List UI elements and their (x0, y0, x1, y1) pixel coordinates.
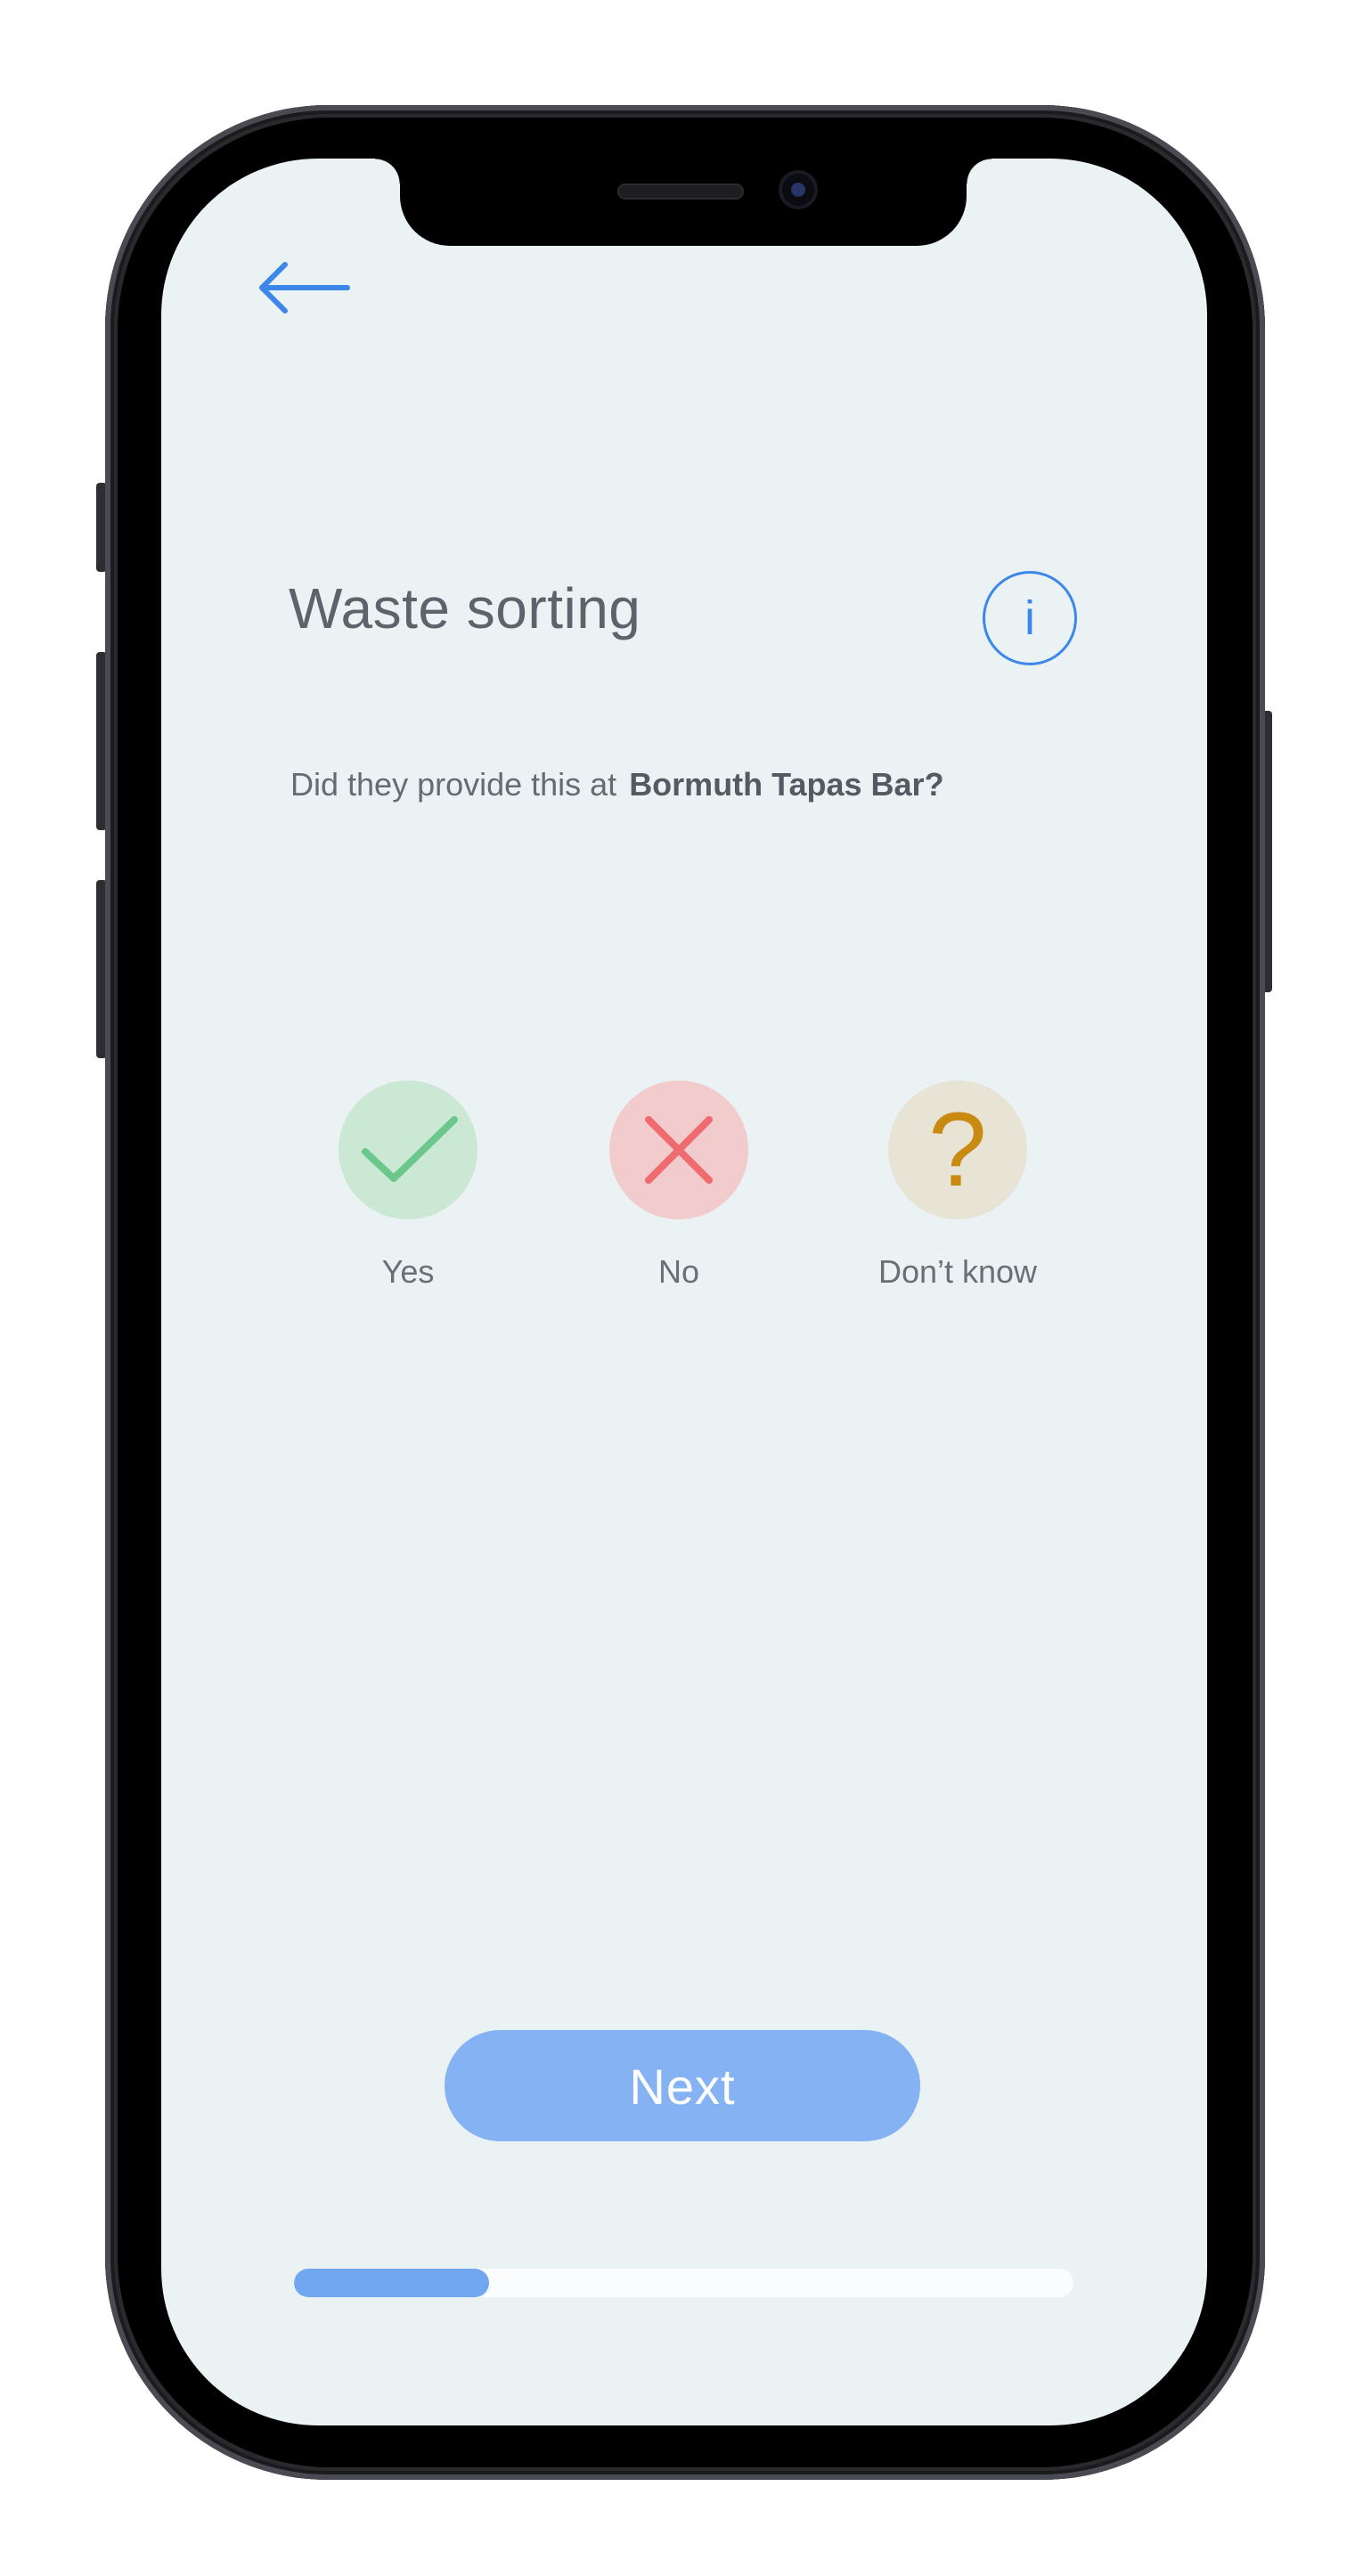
speaker-grille (617, 183, 744, 200)
check-icon (362, 1116, 458, 1182)
notch (375, 159, 992, 246)
option-no-label: No (657, 1253, 700, 1290)
question-icon: ? (928, 1091, 987, 1209)
option-dont-know[interactable]: ? Don’t know (860, 1080, 1056, 1291)
device-mockup: Waste sorting i Did they provide this at… (0, 0, 1363, 2576)
no-circle (609, 1080, 748, 1219)
front-camera (779, 170, 818, 209)
progress-bar (294, 2269, 1073, 2297)
info-button[interactable]: i (983, 571, 1077, 665)
question-text: Did they provide this at Bormuth Tapas Ba… (290, 766, 944, 803)
app-screen: Waste sorting i Did they provide this at… (161, 159, 1207, 2425)
option-yes[interactable]: Yes (310, 1080, 506, 1291)
page-title: Waste sorting (289, 576, 641, 640)
option-dont-know-label: Don’t know (877, 1253, 1038, 1290)
venue-name: Bormuth Tapas Bar? (629, 766, 944, 803)
option-yes-label: Yes (381, 1253, 435, 1290)
info-icon: i (1024, 591, 1035, 645)
progress-fill (294, 2269, 489, 2297)
back-button[interactable] (255, 257, 353, 319)
next-button[interactable]: Next (445, 2030, 920, 2141)
cross-icon (645, 1116, 713, 1184)
question-prefix: Did they provide this at (290, 766, 617, 803)
option-no[interactable]: No (581, 1080, 777, 1291)
dont-know-circle: ? (888, 1080, 1027, 1219)
yes-circle (339, 1080, 477, 1219)
arrow-left-icon (259, 262, 350, 314)
